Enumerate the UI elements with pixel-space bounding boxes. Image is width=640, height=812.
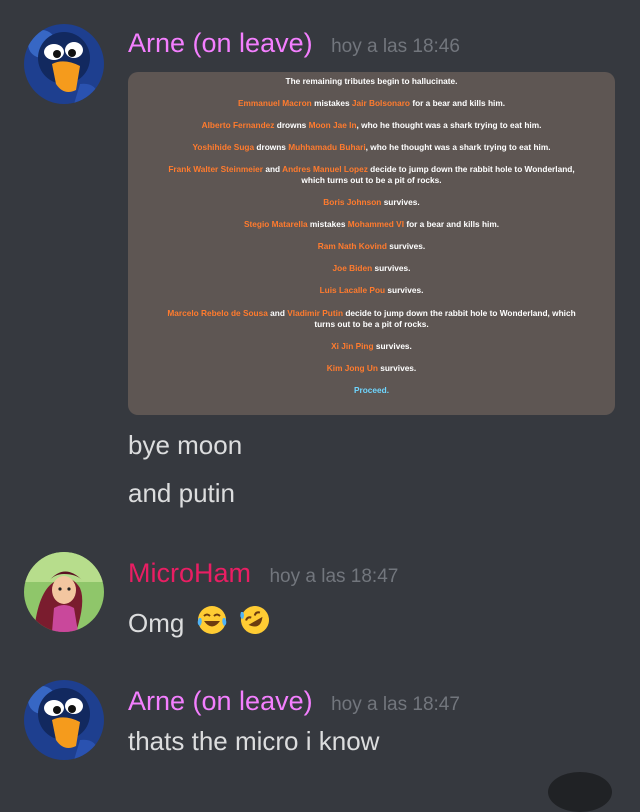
event-text: for a bear and kills him. [410,98,505,108]
penguin-avatar-icon [24,680,104,760]
game-event-line: Stegio Matarella mistakes Mohammed VI fo… [128,219,615,230]
tribute-name: Luis Lacalle Pou [319,285,386,295]
tribute-name: Vladimir Putin [287,308,344,318]
message-text-content: Omg [128,608,185,638]
tribute-name: Alberto Fernandez [201,120,275,130]
timestamp: hoy a las 18:47 [269,566,399,587]
game-event-line: Ram Nath Kovind survives. [128,241,615,252]
tribute-name: Frank Walter Steinmeier [168,164,264,174]
tribute-name: Ram Nath Kovind [317,241,387,251]
game-event-line: Proceed. [128,385,615,396]
tribute-name: Jair Bolsonaro [351,98,411,108]
game-event-line: turns out to be a pit of rocks. [128,319,615,330]
event-text: decide to jump down the rabbit hole to W… [367,164,575,174]
avatar-arne[interactable] [24,24,104,104]
timestamp: hoy a las 18:46 [331,36,460,57]
cartoon-character-avatar-icon [24,552,104,632]
game-event-line: Kim Jong Un survives. [128,363,615,374]
event-text: mistakes [307,219,348,229]
event-text: turns out to be a pit of rocks. [314,319,429,329]
event-text: drowns [254,142,289,152]
event-text: drowns [274,120,309,130]
tribute-name: Kim Jong Un [326,363,378,373]
event-text: and [263,164,283,174]
timestamp: hoy a las 18:47 [331,694,460,715]
game-event-line: Luis Lacalle Pou survives. [128,285,615,296]
username[interactable]: MicroHam [128,558,251,588]
tribute-name: Mohammed VI [347,219,405,229]
game-event-line: Marcelo Rebelo de Sousa and Vladimir Put… [128,308,615,319]
game-event-line: Emmanuel Macron mistakes Jair Bolsonaro … [128,98,615,109]
scroll-to-bottom-button[interactable] [548,772,612,812]
tribute-name: Boris Johnson [323,197,382,207]
game-event-line: Joe Biden survives. [128,263,615,274]
tribute-name: Joe Biden [332,263,373,273]
proceed-link[interactable]: Proceed. [354,385,389,395]
face-with-tears-of-joy-icon[interactable] [196,604,228,643]
event-text: survives. [372,263,411,273]
username[interactable]: Arne (on leave) [128,686,313,716]
message-text: bye moon [128,430,243,460]
tribute-name: Moon Jae In [308,120,357,130]
rolling-on-floor-laughing-icon[interactable] [239,604,271,643]
avatar-arne[interactable] [24,680,104,760]
tribute-name: Emmanuel Macron [237,98,312,108]
message-text: Omg [128,604,271,643]
event-text: The remaining tributes begin to hallucin… [285,76,458,86]
event-text: survives. [381,197,420,207]
event-text: survives. [377,363,417,373]
message-text: thats the micro i know [128,726,380,756]
game-event-line: Alberto Fernandez drowns Moon Jae In, wh… [128,120,615,131]
tribute-name: Marcelo Rebelo de Sousa [167,308,268,318]
event-text: survives. [385,285,424,295]
game-embed-image[interactable]: The remaining tributes begin to hallucin… [128,72,615,415]
tribute-name: Yoshihide Suga [192,142,255,152]
game-event-line: Yoshihide Suga drowns Muhhamadu Buhari, … [128,142,615,153]
tribute-name: Stegio Matarella [243,219,308,229]
tribute-name: Muhhamadu Buhari [288,142,366,152]
tribute-name: Xi Jin Ping [331,341,374,351]
event-text: , who he thought was a shark trying to e… [356,120,542,130]
game-event-line: which turns out to be a pit of rocks. [128,175,615,186]
event-text: and [267,308,288,318]
game-event-line: Frank Walter Steinmeier and Andres Manue… [128,164,615,175]
penguin-avatar-icon [24,24,104,104]
game-event-line: The remaining tributes begin to hallucin… [128,76,615,87]
message-header: Arne (on leave) hoy a las 18:46 [128,28,460,59]
event-text: for a bear and kills him. [404,219,499,229]
tribute-name: Andres Manuel Lopez [282,164,368,174]
message-header: Arne (on leave) hoy a las 18:47 [128,686,460,717]
event-text: survives. [386,241,426,251]
username[interactable]: Arne (on leave) [128,28,313,58]
message-text: and putin [128,478,235,508]
game-event-line: Xi Jin Ping survives. [128,341,615,352]
game-event-line: Boris Johnson survives. [128,197,615,208]
event-text: survives. [373,341,412,351]
event-text: decide to jump down the rabbit hole to W… [343,308,576,318]
message-header: MicroHam hoy a las 18:47 [128,558,398,589]
event-text: mistakes [311,98,352,108]
avatar-microham[interactable] [24,552,104,632]
event-text: which turns out to be a pit of rocks. [301,175,442,185]
event-text: , who he thought was a shark trying to e… [365,142,551,152]
